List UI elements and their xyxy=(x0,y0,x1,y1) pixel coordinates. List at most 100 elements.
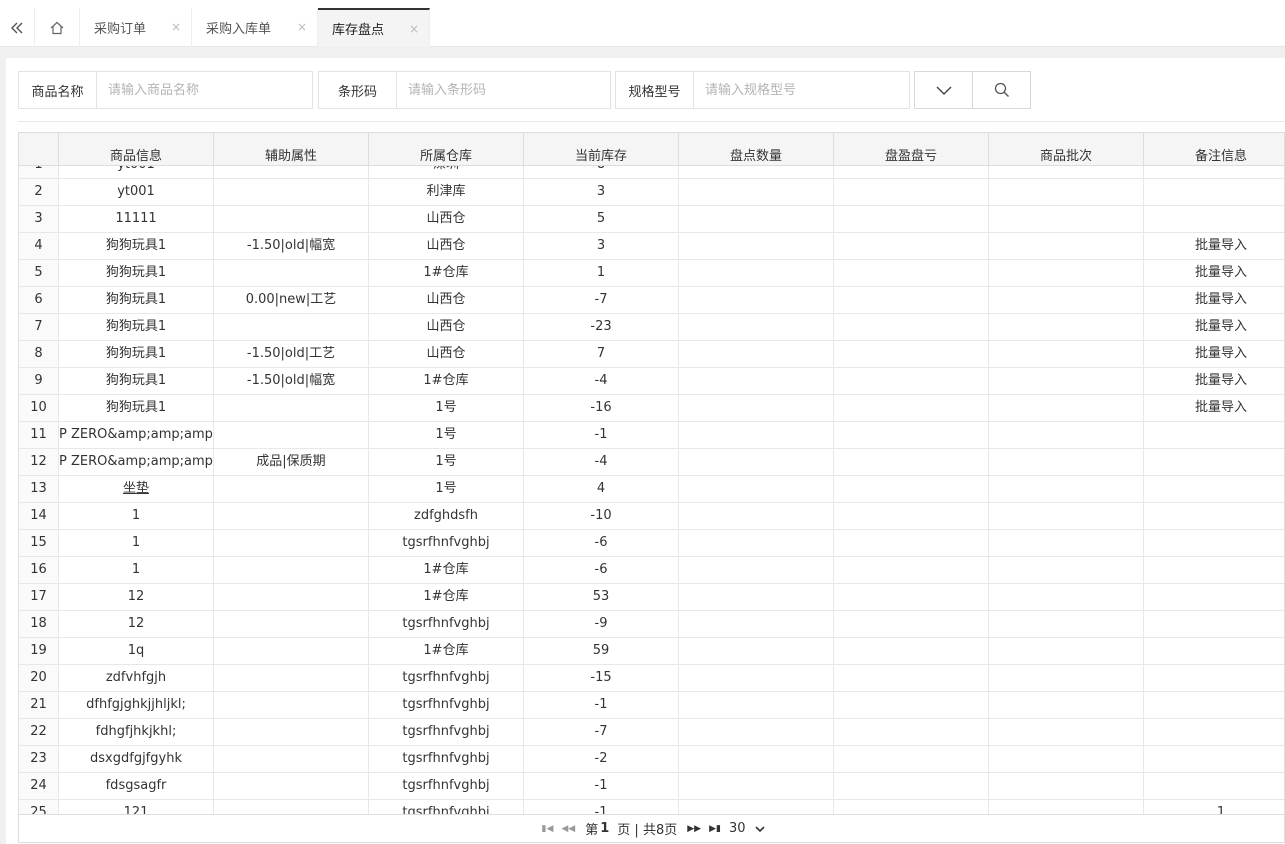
table-row[interactable]: 8 狗狗玩具1 -1.50|old|工艺 山西仓 7 批量导入 xyxy=(19,341,1284,368)
profit-loss-cell xyxy=(834,503,989,529)
current-page-input[interactable]: 1 xyxy=(600,821,609,836)
table-row[interactable]: 17 12 1#仓库 53 xyxy=(19,584,1284,611)
table-row[interactable]: 18 12 tgsrfhnfvghbj -9 xyxy=(19,611,1284,638)
search-icon xyxy=(994,82,1009,97)
count-quantity-cell[interactable] xyxy=(679,260,834,286)
table-row[interactable]: 6 狗狗玩具1 0.00|new|工艺 山西仓 -7 批量导入 xyxy=(19,287,1284,314)
last-page-icon[interactable]: ▶▮ xyxy=(709,824,721,834)
count-quantity-cell[interactable] xyxy=(679,179,834,205)
count-quantity-cell[interactable] xyxy=(679,557,834,583)
table-row[interactable]: 5 狗狗玩具1 1#仓库 1 批量导入 xyxy=(19,260,1284,287)
count-quantity-cell[interactable] xyxy=(679,341,834,367)
remarks-cell xyxy=(1144,611,1284,637)
table-row[interactable]: 13 坐垫 1号 4 xyxy=(19,476,1284,503)
header-profit-loss[interactable]: 盘盈盘亏 xyxy=(834,133,989,166)
count-quantity-cell[interactable] xyxy=(679,800,834,814)
count-quantity-cell[interactable] xyxy=(679,611,834,637)
table-row[interactable]: 7 狗狗玩具1 山西仓 -23 批量导入 xyxy=(19,314,1284,341)
chevron-down-icon[interactable] xyxy=(755,825,766,833)
batch-cell xyxy=(989,773,1144,799)
spec-field: 规格型号 xyxy=(615,71,910,109)
warehouse-cell: 1号 xyxy=(369,422,524,448)
table-row[interactable]: 16 1 1#仓库 -6 xyxy=(19,557,1284,584)
header-product-info[interactable]: 商品信息 xyxy=(59,133,214,166)
table-row[interactable]: 4 狗狗玩具1 -1.50|old|幅宽 山西仓 3 批量导入 xyxy=(19,233,1284,260)
warehouse-cell: 1号 xyxy=(369,476,524,502)
header-warehouse[interactable]: 所属仓库 xyxy=(369,133,524,166)
close-icon[interactable]: × xyxy=(297,20,307,34)
count-quantity-cell[interactable] xyxy=(679,773,834,799)
count-quantity-cell[interactable] xyxy=(679,692,834,718)
product-info-cell: 1 xyxy=(59,530,214,556)
close-icon[interactable]: × xyxy=(171,20,181,34)
table-row[interactable]: 24 fdsgsagfr tgsrfhnfvghbj -1 xyxy=(19,773,1284,800)
count-quantity-cell[interactable] xyxy=(679,503,834,529)
count-quantity-cell[interactable] xyxy=(679,449,834,475)
product-name-input[interactable] xyxy=(97,72,312,108)
header-batch[interactable]: 商品批次 xyxy=(989,133,1144,166)
count-quantity-cell[interactable] xyxy=(679,584,834,610)
count-quantity-cell[interactable] xyxy=(679,719,834,745)
table-row[interactable]: 15 1 tgsrfhnfvghbj -6 xyxy=(19,530,1284,557)
aux-attr-cell xyxy=(214,260,369,286)
first-page-icon[interactable]: ▮◀ xyxy=(542,824,554,834)
tab-purchase-order[interactable]: 采购订单 × xyxy=(80,8,192,47)
close-icon[interactable]: × xyxy=(409,22,419,36)
product-info-cell: 12 xyxy=(59,611,214,637)
remarks-cell xyxy=(1144,638,1284,664)
current-stock-cell: -1 xyxy=(524,422,679,448)
collapse-tabs-button[interactable] xyxy=(0,8,35,47)
count-quantity-cell[interactable] xyxy=(679,530,834,556)
grid-rows: 1yt001深圳82yt001利津库3311111山西仓54狗狗玩具1-1.50… xyxy=(19,166,1284,814)
count-quantity-cell[interactable] xyxy=(679,638,834,664)
header-remarks[interactable]: 备注信息 xyxy=(1144,133,1284,166)
search-button[interactable] xyxy=(972,71,1031,109)
table-row[interactable]: 12 P ZERO&amp;amp;amp; 成品|保质期 1号 -4 xyxy=(19,449,1284,476)
barcode-input[interactable] xyxy=(397,72,610,108)
header-count-quantity[interactable]: 盘点数量 xyxy=(679,133,834,166)
expand-filter-button[interactable] xyxy=(914,71,973,109)
count-quantity-cell[interactable] xyxy=(679,166,834,178)
table-row[interactable]: 2 yt001 利津库 3 xyxy=(19,179,1284,206)
profit-loss-cell xyxy=(834,260,989,286)
table-row[interactable]: 10 狗狗玩具1 1号 -16 批量导入 xyxy=(19,395,1284,422)
count-quantity-cell[interactable] xyxy=(679,476,834,502)
table-row[interactable]: 23 dsxgdfgjfgyhk tgsrfhnfvghbj -2 xyxy=(19,746,1284,773)
table-row[interactable]: 21 dfhfgjghkjjhljkl; tgsrfhnfvghbj -1 xyxy=(19,692,1284,719)
page-size-select[interactable]: 30 xyxy=(729,821,746,836)
batch-cell xyxy=(989,449,1144,475)
table-row[interactable]: 11 P ZERO&amp;amp;amp; 1号 -1 xyxy=(19,422,1284,449)
tab-inventory-check[interactable]: 库存盘点 × xyxy=(318,8,430,47)
table-row[interactable]: 25 121 tgsrfhnfvghbj -1 1 xyxy=(19,800,1284,814)
current-stock-cell: -6 xyxy=(524,557,679,583)
remarks-cell: 批量导入 xyxy=(1144,314,1284,340)
tab-purchase-receipt[interactable]: 采购入库单 × xyxy=(192,8,318,47)
row-number: 5 xyxy=(19,260,59,286)
prev-page-icon[interactable]: ◀◀ xyxy=(561,824,575,834)
count-quantity-cell[interactable] xyxy=(679,368,834,394)
table-row[interactable]: 1yt001 深圳8 xyxy=(19,166,1284,179)
table-row[interactable]: 22 fdhgfjhkjkhl; tgsrfhnfvghbj -7 xyxy=(19,719,1284,746)
count-quantity-cell[interactable] xyxy=(679,395,834,421)
count-quantity-cell[interactable] xyxy=(679,665,834,691)
header-current-stock[interactable]: 当前库存 xyxy=(524,133,679,166)
header-aux-attr[interactable]: 辅助属性 xyxy=(214,133,369,166)
count-quantity-cell[interactable] xyxy=(679,206,834,232)
table-row[interactable]: 20 zdfvhfgjh tgsrfhnfvghbj -15 xyxy=(19,665,1284,692)
product-name-field: 商品名称 xyxy=(18,71,313,109)
count-quantity-cell[interactable] xyxy=(679,314,834,340)
grid-body[interactable]: 1yt001深圳82yt001利津库3311111山西仓54狗狗玩具1-1.50… xyxy=(19,166,1284,814)
current-stock-cell: -1 xyxy=(524,773,679,799)
next-page-icon[interactable]: ▶▶ xyxy=(687,824,701,834)
count-quantity-cell[interactable] xyxy=(679,233,834,259)
count-quantity-cell[interactable] xyxy=(679,422,834,448)
spec-input[interactable] xyxy=(694,72,909,108)
table-row[interactable]: 14 1 zdfghdsfh -10 xyxy=(19,503,1284,530)
count-quantity-cell[interactable] xyxy=(679,287,834,313)
table-row[interactable]: 19 1q 1#仓库 59 xyxy=(19,638,1284,665)
warehouse-cell: tgsrfhnfvghbj xyxy=(369,800,524,814)
table-row[interactable]: 9 狗狗玩具1 -1.50|old|幅宽 1#仓库 -4 批量导入 xyxy=(19,368,1284,395)
table-row[interactable]: 3 11111 山西仓 5 xyxy=(19,206,1284,233)
count-quantity-cell[interactable] xyxy=(679,746,834,772)
home-tab[interactable] xyxy=(35,8,80,47)
